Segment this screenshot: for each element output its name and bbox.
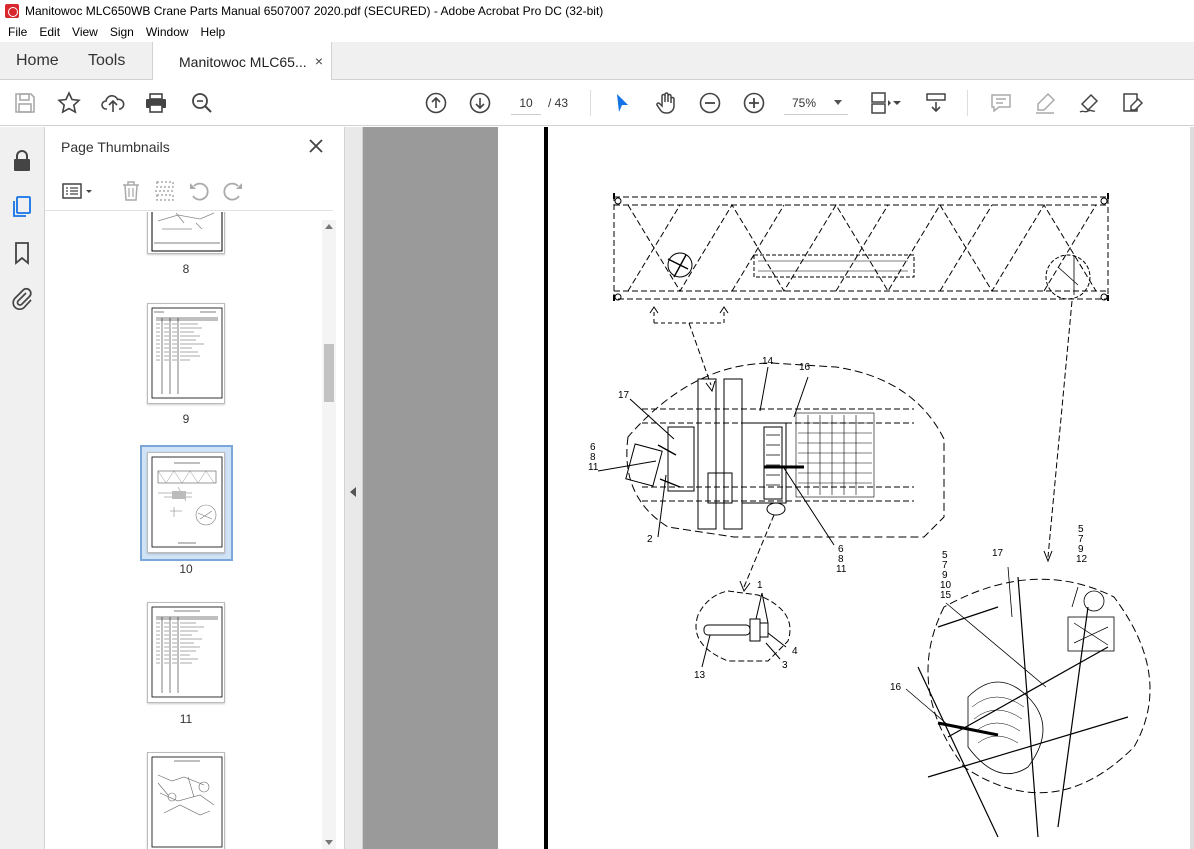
page-fit-icon[interactable] bbox=[867, 90, 893, 116]
page-thumbnail-selected[interactable] bbox=[147, 452, 225, 553]
thumbnail-preview bbox=[151, 212, 223, 252]
find-zoom-icon[interactable] bbox=[189, 90, 215, 116]
bookmarks-icon[interactable] bbox=[10, 241, 34, 265]
fill-sign-icon[interactable] bbox=[1120, 90, 1146, 116]
panel-splitter[interactable] bbox=[345, 127, 363, 849]
scroll-mode-icon[interactable] bbox=[923, 90, 949, 116]
callout-label: 16 bbox=[890, 682, 902, 693]
callout-label: 11 bbox=[836, 564, 847, 575]
select-arrow-icon[interactable] bbox=[609, 90, 635, 116]
zoom-select[interactable]: 75% bbox=[784, 91, 848, 115]
thumbnail-preview bbox=[151, 606, 223, 698]
tab-document-label: Manitowoc MLC65... bbox=[179, 53, 307, 70]
rotate-right-icon[interactable] bbox=[221, 179, 245, 203]
page-thumbnail[interactable] bbox=[147, 212, 225, 254]
thumbnail-page-number: 10 bbox=[179, 562, 193, 576]
menu-sign[interactable]: Sign bbox=[104, 25, 140, 39]
hand-icon[interactable] bbox=[653, 90, 679, 116]
tab-document[interactable]: Manitowoc MLC65... × bbox=[152, 42, 332, 81]
thumbnail-toolbar bbox=[45, 171, 333, 211]
thumbnail-scrollbar[interactable] bbox=[322, 220, 336, 849]
parts-diagram bbox=[597, 193, 1151, 838]
collapse-panel-icon[interactable] bbox=[350, 487, 356, 497]
callout-label: 14 bbox=[762, 356, 774, 367]
callout-label: 11 bbox=[588, 462, 599, 473]
close-icon[interactable] bbox=[307, 137, 325, 155]
chevron-down-icon[interactable] bbox=[891, 90, 903, 116]
callout-label: 12 bbox=[1076, 554, 1088, 565]
page-down-icon[interactable] bbox=[467, 90, 493, 116]
thumbnail-list: 8 9 10 11 bbox=[45, 212, 333, 849]
callout-label: 17 bbox=[618, 390, 630, 401]
title-bar: Manitowoc MLC650WB Crane Parts Manual 65… bbox=[0, 0, 1194, 22]
thumbnail-preview bbox=[151, 307, 223, 399]
acrobat-app-icon bbox=[5, 4, 19, 18]
thumbnail-page-number: 11 bbox=[179, 712, 193, 726]
attachments-icon[interactable] bbox=[10, 287, 34, 311]
menu-help[interactable]: Help bbox=[195, 25, 232, 39]
callout-label: 2 bbox=[647, 534, 653, 545]
comment-icon[interactable] bbox=[988, 90, 1014, 116]
zoom-value: 75% bbox=[792, 95, 817, 110]
print-icon[interactable] bbox=[143, 90, 169, 116]
document-scrollbar[interactable] bbox=[1190, 127, 1194, 849]
tab-home[interactable]: Home bbox=[16, 42, 59, 80]
document-view[interactable]: 14 16 17 6 8 11 2 6 8 11 1 4 3 13 17 5 7… bbox=[363, 127, 1194, 849]
chevron-down-icon bbox=[834, 100, 842, 105]
zoom-in-icon[interactable] bbox=[741, 90, 767, 116]
sign-icon[interactable] bbox=[1076, 90, 1102, 116]
thumbnail-page-number: 8 bbox=[182, 262, 190, 276]
upload-icon[interactable] bbox=[100, 90, 126, 116]
scrollbar-thumb[interactable] bbox=[324, 344, 334, 402]
options-menu-icon[interactable] bbox=[61, 179, 95, 203]
highlight-icon[interactable] bbox=[1032, 90, 1058, 116]
lock-icon[interactable] bbox=[10, 149, 34, 173]
delete-page-icon[interactable] bbox=[119, 179, 143, 203]
callout-label: 17 bbox=[992, 548, 1004, 559]
tab-tools[interactable]: Tools bbox=[88, 42, 125, 80]
toolbar-divider bbox=[590, 90, 591, 116]
left-rail bbox=[0, 127, 45, 849]
menu-bar: File Edit View Sign Window Help bbox=[0, 22, 1194, 42]
menu-window[interactable]: Window bbox=[140, 25, 195, 39]
callout-label: 13 bbox=[694, 670, 706, 681]
page-number-input[interactable] bbox=[511, 91, 541, 115]
thumbnail-page-number: 9 bbox=[182, 412, 190, 426]
insert-page-icon[interactable] bbox=[153, 179, 177, 203]
rotate-left-icon[interactable] bbox=[187, 179, 211, 203]
menu-edit[interactable]: Edit bbox=[33, 25, 66, 39]
page-thumbnail[interactable] bbox=[147, 602, 225, 703]
tab-bar: Home Tools Manitowoc MLC65... × bbox=[0, 42, 1194, 81]
callout-label: 15 bbox=[940, 590, 952, 601]
save-icon[interactable] bbox=[12, 90, 38, 116]
thumbnail-preview bbox=[151, 756, 223, 848]
page-up-icon[interactable] bbox=[423, 90, 449, 116]
bookmark-star-icon[interactable] bbox=[56, 90, 82, 116]
callout-label: 4 bbox=[792, 646, 798, 657]
scroll-down-icon[interactable] bbox=[325, 840, 333, 845]
callout-label: 16 bbox=[799, 362, 811, 373]
scroll-up-icon[interactable] bbox=[325, 224, 333, 229]
page-thumbnails-icon[interactable] bbox=[10, 195, 34, 219]
thumbnail-preview bbox=[151, 456, 223, 548]
toolbar-divider bbox=[967, 90, 968, 116]
window-title: Manitowoc MLC650WB Crane Parts Manual 65… bbox=[25, 4, 604, 18]
toolbar: / 43 75% bbox=[0, 80, 1194, 126]
page-thumbnails-panel: Page Thumbnails 8 9 10 11 bbox=[45, 127, 345, 849]
menu-view[interactable]: View bbox=[66, 25, 104, 39]
page-total: / 43 bbox=[548, 96, 569, 110]
page-thumbnail[interactable] bbox=[147, 303, 225, 404]
panel-title: Page Thumbnails bbox=[61, 139, 170, 155]
page-thumbnail[interactable] bbox=[147, 752, 225, 849]
zoom-out-icon[interactable] bbox=[697, 90, 723, 116]
menu-file[interactable]: File bbox=[2, 25, 33, 39]
close-tab-icon[interactable]: × bbox=[315, 53, 323, 69]
callout-label: 3 bbox=[782, 660, 788, 671]
pdf-page: 14 16 17 6 8 11 2 6 8 11 1 4 3 13 17 5 7… bbox=[498, 127, 1194, 849]
callout-label: 1 bbox=[757, 580, 763, 591]
